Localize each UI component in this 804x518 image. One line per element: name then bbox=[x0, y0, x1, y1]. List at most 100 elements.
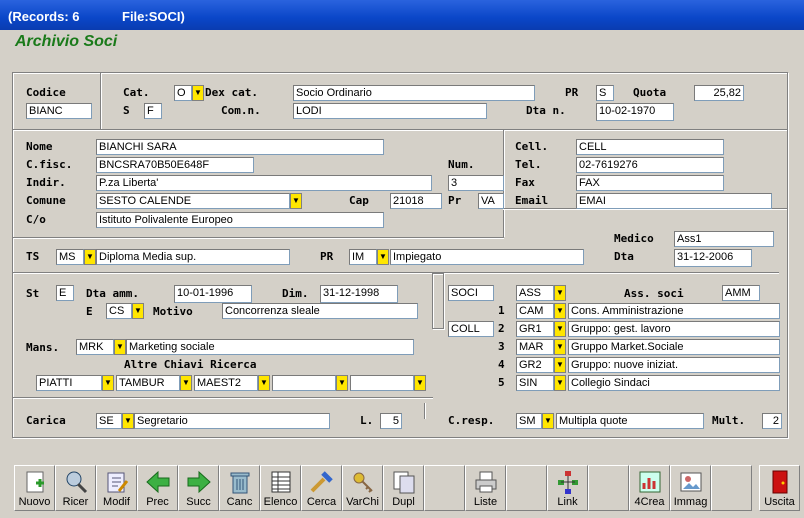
group-code-field[interactable]: CAM bbox=[516, 303, 554, 319]
dta-n-field[interactable]: 10-02-1970 bbox=[596, 103, 674, 121]
dta-amm-field[interactable]: 10-01-1996 bbox=[174, 285, 252, 303]
l-field[interactable]: 5 bbox=[380, 413, 402, 429]
cat-field[interactable]: O bbox=[174, 85, 192, 101]
toolbar-button-cerca[interactable]: Cerca bbox=[301, 465, 342, 511]
cresp-code-field[interactable]: SM bbox=[516, 413, 542, 429]
key5-dropdown-icon[interactable]: ▼ bbox=[414, 375, 426, 391]
group-dropdown-icon[interactable]: ▼ bbox=[554, 339, 566, 355]
nome-field[interactable]: BIANCHI SARA bbox=[96, 139, 384, 155]
ts-desc-field[interactable]: Diploma Media sup. bbox=[96, 249, 290, 265]
toolbar-button-dupl[interactable]: Dupl bbox=[383, 465, 424, 511]
toolbar-button-modif[interactable]: Modif bbox=[96, 465, 137, 511]
mans-desc-field[interactable]: Marketing sociale bbox=[126, 339, 414, 355]
motivo-field[interactable]: Concorrenza sleale bbox=[222, 303, 418, 319]
indir-field[interactable]: P.za Liberta' bbox=[96, 175, 432, 191]
pr-field[interactable]: S bbox=[596, 85, 614, 101]
toolbar-button-succ[interactable]: Succ bbox=[178, 465, 219, 511]
dta-field[interactable]: 31-12-2006 bbox=[674, 249, 752, 267]
dex-cat-field[interactable]: Socio Ordinario bbox=[293, 85, 535, 101]
coll-field[interactable]: COLL bbox=[448, 321, 494, 337]
carica-code-field[interactable]: SE bbox=[96, 413, 122, 429]
toolbar-button-canc[interactable]: Canc bbox=[219, 465, 260, 511]
group-desc-field[interactable]: Gruppo: gest. lavoro bbox=[568, 321, 780, 337]
toolbar-button-elenco[interactable]: Elenco bbox=[260, 465, 301, 511]
toolbar-button-ricer[interactable]: Ricer bbox=[55, 465, 96, 511]
ts-dropdown-icon[interactable]: ▼ bbox=[84, 249, 96, 265]
group-code-field[interactable]: GR1 bbox=[516, 321, 554, 337]
comune-dropdown-icon[interactable]: ▼ bbox=[290, 193, 302, 209]
num-field[interactable]: 3 bbox=[448, 175, 504, 191]
pr2-field[interactable]: VA bbox=[478, 193, 504, 209]
cat-dropdown-icon[interactable]: ▼ bbox=[192, 85, 204, 101]
mans-code-field[interactable]: MRK bbox=[76, 339, 114, 355]
key4-dropdown-icon[interactable]: ▼ bbox=[336, 375, 348, 391]
toolbar-button-link[interactable]: Link bbox=[547, 465, 588, 511]
key1-dropdown-icon[interactable]: ▼ bbox=[102, 375, 114, 391]
e-code-field[interactable]: CS bbox=[106, 303, 132, 319]
ass-dropdown-icon[interactable]: ▼ bbox=[554, 285, 566, 301]
toolbar-button-4crea[interactable]: 4Crea bbox=[629, 465, 670, 511]
comune-field[interactable]: SESTO CALENDE bbox=[96, 193, 290, 209]
new-icon bbox=[26, 471, 44, 493]
group-dropdown-icon[interactable]: ▼ bbox=[554, 321, 566, 337]
dim-field[interactable]: 31-12-1998 bbox=[320, 285, 398, 303]
toolbar-button-liste[interactable]: Liste bbox=[465, 465, 506, 511]
group-dropdown-icon[interactable]: ▼ bbox=[554, 357, 566, 373]
ts-code-field[interactable]: MS bbox=[56, 249, 84, 265]
group-desc-field[interactable]: Collegio Sindaci bbox=[568, 375, 780, 391]
ass-soci-field[interactable]: AMM bbox=[722, 285, 760, 301]
key3-field[interactable]: MAEST2 bbox=[194, 375, 258, 391]
key2-dropdown-icon[interactable]: ▼ bbox=[180, 375, 192, 391]
soci-field[interactable]: SOCI bbox=[448, 285, 494, 301]
pr3-desc-field[interactable]: Impiegato bbox=[390, 249, 584, 265]
toolbar-button-empty[interactable] bbox=[711, 465, 752, 511]
mans-dropdown-icon[interactable]: ▼ bbox=[114, 339, 126, 355]
fax-field[interactable]: FAX bbox=[576, 175, 724, 191]
indir-label: Indir. bbox=[26, 176, 66, 189]
cap-field[interactable]: 21018 bbox=[390, 193, 442, 209]
pr3-code-field[interactable]: IM bbox=[349, 249, 377, 265]
medico-field[interactable]: Ass1 bbox=[674, 231, 774, 247]
group-desc-field[interactable]: Cons. Amministrazione bbox=[568, 303, 780, 319]
toolbar-button-immag[interactable]: Immag bbox=[670, 465, 711, 511]
toolbar-button-nuovo[interactable]: Nuovo bbox=[14, 465, 55, 511]
e-dropdown-icon[interactable]: ▼ bbox=[132, 303, 144, 319]
st-field[interactable]: E bbox=[56, 285, 74, 301]
group-desc-field[interactable]: Gruppo Market.Sociale bbox=[568, 339, 780, 355]
cresp-desc-field[interactable]: Multipla quote bbox=[556, 413, 704, 429]
toolbar-button-empty[interactable] bbox=[588, 465, 629, 511]
toolbar-button-empty[interactable] bbox=[506, 465, 547, 511]
quota-field[interactable]: 25,82 bbox=[694, 85, 744, 101]
codice-field[interactable]: BIANC bbox=[26, 103, 92, 119]
s-field[interactable]: F bbox=[144, 103, 162, 119]
toolbar-button-uscita[interactable]: Uscita bbox=[759, 465, 800, 511]
ass-code-field[interactable]: ASS bbox=[516, 285, 554, 301]
cfisc-field[interactable]: BNCSRA70B50E648F bbox=[96, 157, 254, 173]
toolbar-button-varchi[interactable]: VarChi bbox=[342, 465, 383, 511]
cell-field[interactable]: CELL bbox=[576, 139, 724, 155]
mult-field[interactable]: 2 bbox=[762, 413, 782, 429]
tel-field[interactable]: 02-7619276 bbox=[576, 157, 724, 173]
key2-field[interactable]: TAMBUR bbox=[116, 375, 180, 391]
carica-desc-field[interactable]: Segretario bbox=[134, 413, 330, 429]
toolbar-button-label: VarChi bbox=[346, 496, 379, 508]
group-code-field[interactable]: SIN bbox=[516, 375, 554, 391]
pr3-dropdown-icon[interactable]: ▼ bbox=[377, 249, 389, 265]
toolbar-button-label: Prec bbox=[146, 496, 169, 508]
key4-field[interactable] bbox=[272, 375, 336, 391]
key1-field[interactable]: PIATTI bbox=[36, 375, 102, 391]
email-field[interactable]: EMAI bbox=[576, 193, 772, 209]
carica-dropdown-icon[interactable]: ▼ bbox=[122, 413, 134, 429]
key3-dropdown-icon[interactable]: ▼ bbox=[258, 375, 270, 391]
group-code-field[interactable]: GR2 bbox=[516, 357, 554, 373]
group-code-field[interactable]: MAR bbox=[516, 339, 554, 355]
group-desc-field[interactable]: Gruppo: nuove iniziat. bbox=[568, 357, 780, 373]
key5-field[interactable] bbox=[350, 375, 414, 391]
cresp-dropdown-icon[interactable]: ▼ bbox=[542, 413, 554, 429]
group-dropdown-icon[interactable]: ▼ bbox=[554, 375, 566, 391]
toolbar-button-prec[interactable]: Prec bbox=[137, 465, 178, 511]
toolbar-button-empty[interactable] bbox=[424, 465, 465, 511]
comn-field[interactable]: LODI bbox=[293, 103, 487, 119]
group-dropdown-icon[interactable]: ▼ bbox=[554, 303, 566, 319]
co-field[interactable]: Istituto Polivalente Europeo bbox=[96, 212, 384, 228]
